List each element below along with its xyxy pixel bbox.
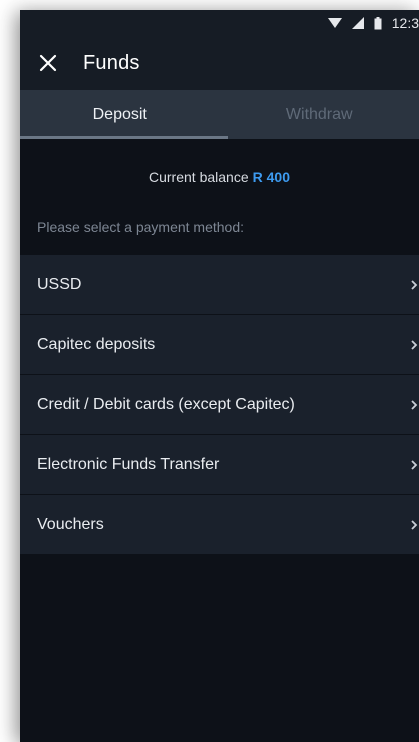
balance-label: Current balance [149,169,249,185]
method-ussd[interactable]: USSD [20,254,419,314]
wifi-icon [327,18,342,28]
method-vouchers[interactable]: Vouchers [20,494,419,554]
chevron-right-icon [411,519,418,530]
method-label: Credit / Debit cards (except Capitec) [37,395,295,413]
payment-method-prompt: Please select a payment method: [37,219,245,235]
app-bar: Funds [20,36,419,90]
method-label: USSD [37,275,82,293]
method-electronic-funds-transfer[interactable]: Electronic Funds Transfer [20,434,419,494]
tab-indicator [20,136,228,139]
signal-icon [351,17,364,29]
method-label: Vouchers [37,515,104,533]
chevron-right-icon [411,339,418,350]
battery-icon [374,16,382,29]
chevron-right-icon [411,279,418,290]
balance-amount: R 400 [252,169,290,185]
tab-withdraw-label: Withdraw [285,105,353,123]
chevron-right-icon [411,459,418,470]
tab-deposit-label: Deposit [92,105,147,123]
payment-method-list: USSD Capitec deposits Credit / Debit car… [20,254,419,554]
chevron-right-icon [411,399,418,410]
method-label: Electronic Funds Transfer [37,455,220,473]
status-bar: 12:3 [20,10,419,36]
close-icon[interactable] [36,51,60,75]
tab-withdraw[interactable]: Withdraw [220,90,419,139]
method-capitec-deposits[interactable]: Capitec deposits [20,314,419,374]
tab-deposit[interactable]: Deposit [20,90,220,139]
status-time: 12:3 [391,15,419,31]
tab-bar: Deposit Withdraw [20,90,419,139]
method-label: Capitec deposits [37,335,156,353]
phone-screen: 12:3 Funds Deposit Withdraw Current bala… [20,10,419,742]
current-balance: Current balance R 400 [20,169,419,189]
page-title: Funds [83,51,140,74]
method-credit-debit-cards[interactable]: Credit / Debit cards (except Capitec) [20,374,419,434]
